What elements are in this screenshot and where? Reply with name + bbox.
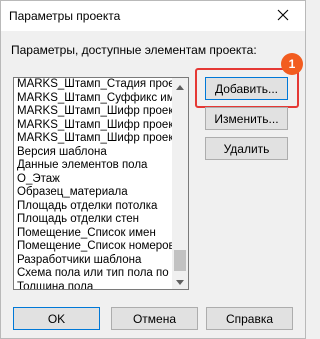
step-badge: 1	[281, 53, 303, 75]
delete-button[interactable]: Удалить	[205, 137, 288, 160]
help-button[interactable]: Справка	[206, 307, 293, 330]
list-item[interactable]: MARKS_Штамп_Шифр проекта	[14, 132, 174, 146]
ok-button[interactable]: OK	[13, 307, 100, 330]
add-button[interactable]: Добавить...	[205, 77, 288, 100]
scroll-down-button[interactable]	[172, 273, 188, 289]
edit-button[interactable]: Изменить...	[205, 107, 288, 130]
parameters-section-label: Параметры, доступные элементам проекта:	[11, 43, 257, 57]
window-title: Параметры проекта	[9, 9, 121, 23]
list-item[interactable]: Версия шаблона	[14, 146, 174, 160]
title-bar: Параметры проекта	[1, 1, 305, 31]
list-item[interactable]: Схема пола или тип пола по сер	[14, 267, 174, 281]
list-item[interactable]: Площадь отделки потолка	[14, 200, 174, 214]
vertical-scrollbar[interactable]	[172, 78, 188, 289]
list-item[interactable]: Разработчики шаблона	[14, 254, 174, 268]
close-icon	[277, 9, 289, 24]
close-button[interactable]	[261, 1, 305, 31]
list-item[interactable]: Толщина пола	[14, 281, 174, 290]
list-item[interactable]: MARKS_Штамп_Шифр проекта	[14, 105, 174, 119]
parameters-list: MARKS_Штамп_Стадия проект MARKS_Штамп_Суф…	[14, 78, 174, 289]
list-item[interactable]: Образец_материала	[14, 186, 174, 200]
list-item[interactable]: MARKS_Штамп_Суффикс имени	[14, 92, 174, 106]
project-parameters-dialog: Параметры проекта Параметры, доступные э…	[0, 0, 306, 339]
chevron-down-icon	[176, 274, 184, 288]
scroll-up-button[interactable]	[172, 78, 188, 94]
scrollbar-thumb[interactable]	[174, 250, 186, 271]
list-item[interactable]: Помещение_Список номеров	[14, 240, 174, 254]
list-item[interactable]: Помещение_Список имен	[14, 227, 174, 241]
cancel-button[interactable]: Отмена	[111, 307, 198, 330]
chevron-up-icon	[176, 79, 184, 93]
list-item[interactable]: Данные элементов пола	[14, 159, 174, 173]
list-item[interactable]: MARKS_Штамп_Стадия проект	[14, 78, 174, 92]
list-item[interactable]: Площадь отделки стен	[14, 213, 174, 227]
list-item[interactable]: MARKS_Штамп_Шифр проекта	[14, 119, 174, 133]
parameters-listbox[interactable]: MARKS_Штамп_Стадия проект MARKS_Штамп_Суф…	[13, 77, 189, 290]
list-item[interactable]: О_Этаж	[14, 173, 174, 187]
